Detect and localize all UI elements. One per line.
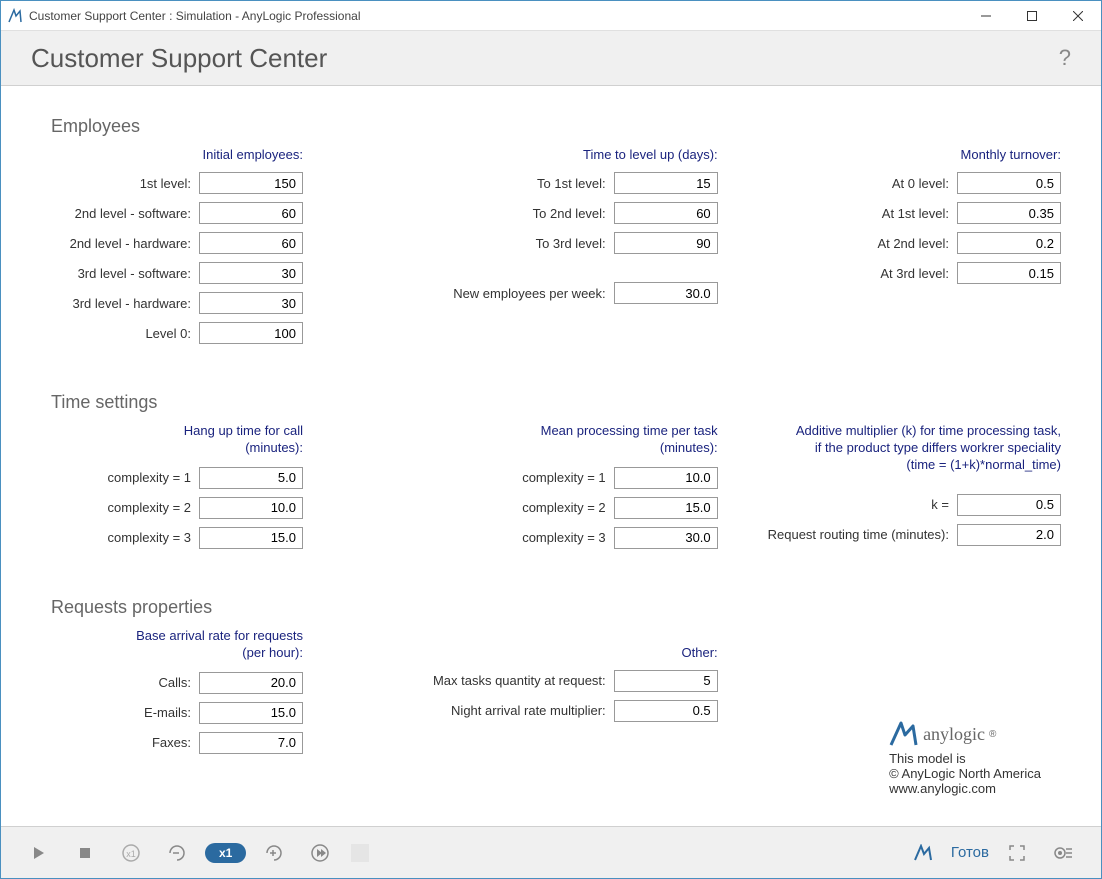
credits-line1: This model is [889,751,1041,766]
turnover-3-input[interactable] [957,262,1061,284]
footer-toolbar: x1 x1 Готов [1,826,1101,878]
hangup-c2-input[interactable] [199,497,303,519]
speedup-button[interactable] [256,837,292,869]
label: complexity = 1 [108,470,191,485]
svg-text:x1: x1 [126,849,136,859]
label: complexity = 2 [108,500,191,515]
help-icon[interactable]: ? [1059,45,1071,71]
emails-input[interactable] [199,702,303,724]
credits-line3: www.anylogic.com [889,781,1041,796]
meanproc-c2-input[interactable] [614,497,718,519]
label: complexity = 1 [522,470,605,485]
label: Calls: [158,675,191,690]
third-hardware-input[interactable] [199,292,303,314]
header: Customer Support Center ? [1,31,1101,86]
k-input[interactable] [957,494,1061,516]
other-header: Other: [428,645,718,660]
label: 2nd level - hardware: [70,236,191,251]
time-columns: Hang up time for call(minutes): complexi… [1,423,1101,557]
content-area: Employees Initial employees: 1st level: … [1,86,1101,826]
employees-columns: Initial employees: 1st level: 2nd level … [1,147,1101,352]
additive-header: Additive multiplier (k) for time process… [726,423,1061,474]
label: complexity = 3 [522,530,605,545]
label: Faxes: [152,735,191,750]
level-zero-input[interactable] [199,322,303,344]
turnover-1-input[interactable] [957,202,1061,224]
label: At 0 level: [892,176,949,191]
label: complexity = 2 [522,500,605,515]
play-button[interactable] [21,837,57,869]
label: 3rd level - software: [78,266,191,281]
routing-time-input[interactable] [957,524,1061,546]
label: At 1st level: [882,206,949,221]
first-level-input[interactable] [199,172,303,194]
meanproc-c1-input[interactable] [614,467,718,489]
label: To 2nd level: [533,206,606,221]
label: At 3rd level: [880,266,949,281]
speed-indicator[interactable]: x1 [205,843,246,863]
close-button[interactable] [1055,1,1101,31]
minimize-button[interactable] [963,1,1009,31]
faxes-input[interactable] [199,732,303,754]
anylogic-logo: anylogic® [889,721,1041,747]
progress-slot [348,837,372,869]
turnover-header: Monthly turnover: [726,147,1061,162]
to-second-level-input[interactable] [614,202,718,224]
section-employees: Employees [51,116,1101,137]
night-multiplier-input[interactable] [614,700,718,722]
fullscreen-button[interactable] [999,837,1035,869]
anylogic-icon[interactable] [905,837,941,869]
label: Level 0: [145,326,191,341]
label: Request routing time (minutes): [768,527,949,542]
label: complexity = 3 [108,530,191,545]
speed-1x-button[interactable]: x1 [113,837,149,869]
turnover-2-input[interactable] [957,232,1061,254]
hangup-c3-input[interactable] [199,527,303,549]
label: 3rd level - hardware: [73,296,192,311]
initial-employees-header: Initial employees: [31,147,303,162]
label: New employees per week: [453,286,605,301]
meanproc-header: Mean processing time per task(minutes): [428,423,718,457]
label: To 1st level: [537,176,606,191]
maximize-button[interactable] [1009,1,1055,31]
brand-text: anylogic [923,724,985,745]
turnover-0-input[interactable] [957,172,1061,194]
stop-button[interactable] [67,837,103,869]
status-text: Готов [951,844,989,861]
to-third-level-input[interactable] [614,232,718,254]
arrival-header: Base arrival rate for requests(per hour)… [31,628,303,662]
label: k = [931,497,949,512]
credits: anylogic® This model is © AnyLogic North… [889,721,1041,796]
fast-forward-button[interactable] [302,837,338,869]
label: At 2nd level: [877,236,949,251]
to-first-level-input[interactable] [614,172,718,194]
levelup-header: Time to level up (days): [428,147,718,162]
credits-line2: © AnyLogic North America [889,766,1041,781]
label: To 3rd level: [536,236,606,251]
calls-input[interactable] [199,672,303,694]
third-software-input[interactable] [199,262,303,284]
page-title: Customer Support Center [31,43,1059,74]
settings-button[interactable] [1045,837,1081,869]
hangup-header: Hang up time for call(minutes): [31,423,303,457]
second-software-input[interactable] [199,202,303,224]
section-time: Time settings [51,392,1101,413]
second-hardware-input[interactable] [199,232,303,254]
label: E-mails: [144,705,191,720]
label: 1st level: [140,176,191,191]
slowdown-button[interactable] [159,837,195,869]
window-titlebar: Customer Support Center : Simulation - A… [1,1,1101,31]
max-tasks-input[interactable] [614,670,718,692]
label: Night arrival rate multiplier: [451,703,606,718]
app-icon [7,8,23,24]
meanproc-c3-input[interactable] [614,527,718,549]
label: 2nd level - software: [75,206,191,221]
section-requests: Requests properties [51,597,1101,618]
label: Max tasks quantity at request: [433,673,606,688]
hangup-c1-input[interactable] [199,467,303,489]
new-employees-input[interactable] [614,282,718,304]
window-title: Customer Support Center : Simulation - A… [29,9,963,23]
